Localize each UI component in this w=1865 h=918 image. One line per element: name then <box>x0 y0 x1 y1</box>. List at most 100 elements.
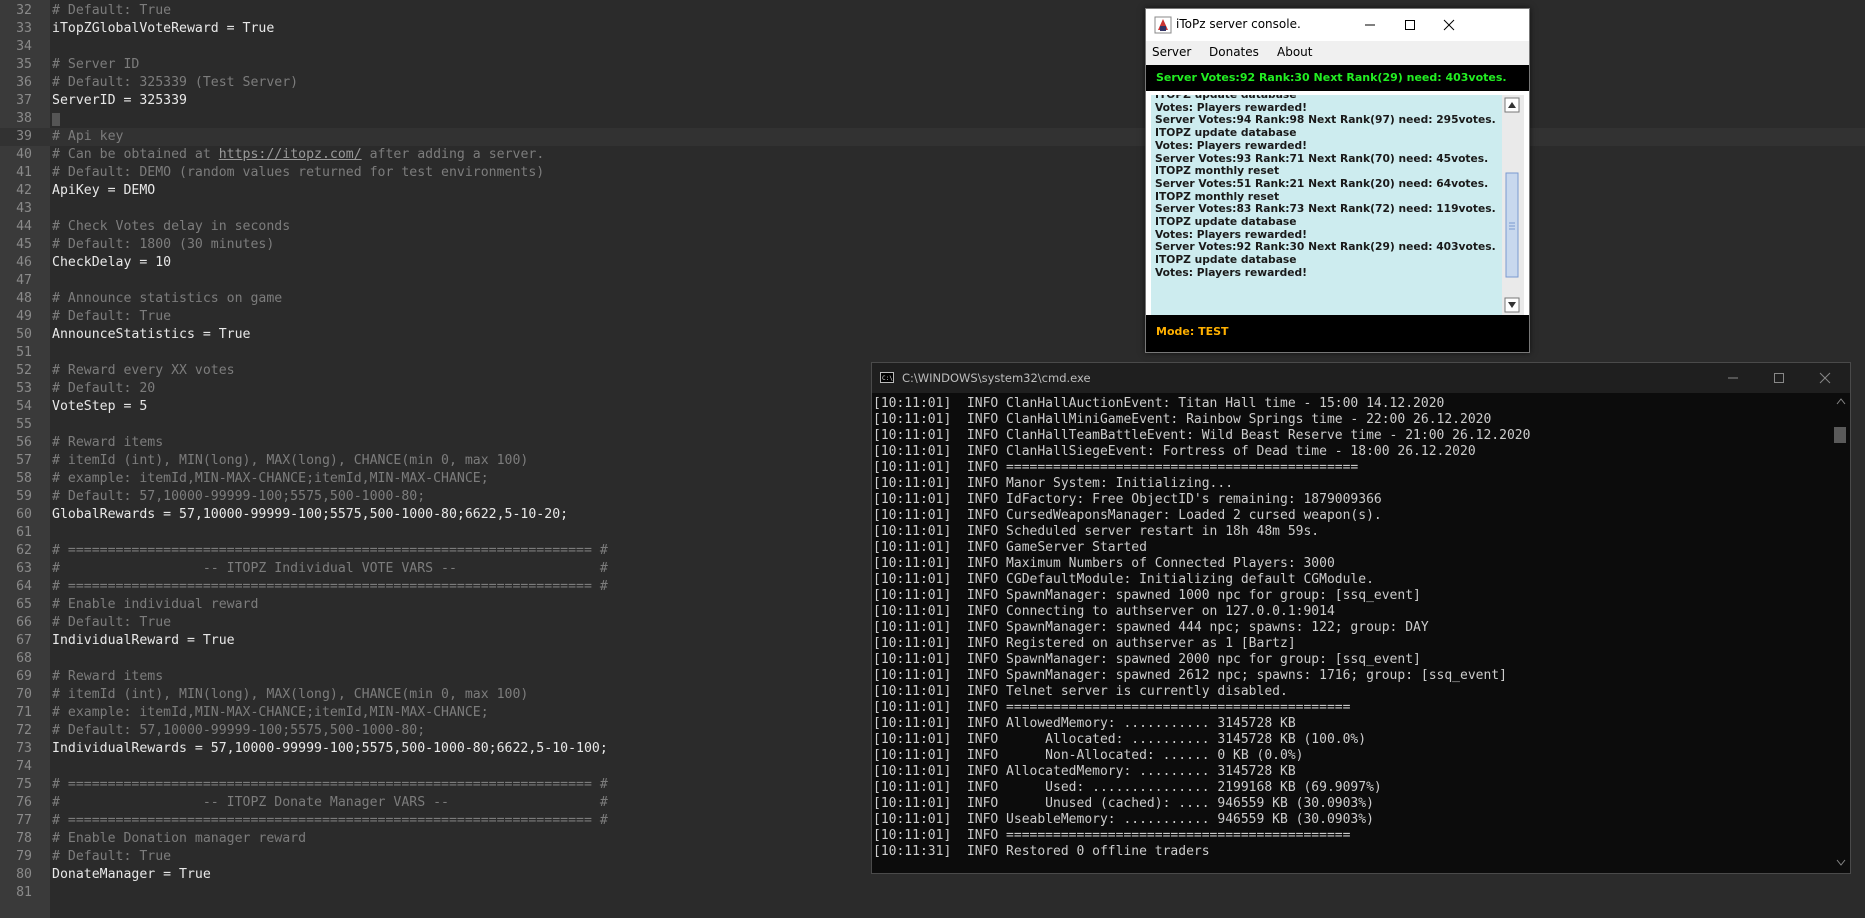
editor-line[interactable]: 49 # Default: True <box>0 308 1865 326</box>
log-line: Server Votes:94 Rank:98 Next Rank(97) ne… <box>1155 113 1496 127</box>
line-number: 33 <box>16 21 32 36</box>
line-number: 53 <box>16 381 32 396</box>
editor-line[interactable]: 35 # Server ID <box>0 56 1865 74</box>
line-number: 63 <box>16 561 32 576</box>
config-comment: # ======================================… <box>52 579 608 594</box>
cmd-maximize-button[interactable] <box>1756 363 1802 393</box>
itopz-console-window[interactable]: iToPz server console. Server Donates Abo… <box>1145 8 1530 353</box>
editor-line[interactable]: 44 # Check Votes delay in seconds <box>0 218 1865 236</box>
editor-line[interactable]: 50 AnnounceStatistics = True <box>0 326 1865 344</box>
config-comment: # -- ITOPZ Donate Manager VARS -- # <box>52 795 608 810</box>
config-setting: IndividualReward = True <box>52 633 235 648</box>
editor-line[interactable]: 40 # Can be obtained at https://itopz.com… <box>0 146 1865 164</box>
menu-server[interactable]: Server <box>1152 45 1191 59</box>
console-line: [10:11:01] INFO Registered on authserver… <box>873 636 1296 651</box>
scroll-up-arrow-icon <box>1836 398 1846 405</box>
editor-line[interactable]: 48 # Announce statistics on game <box>0 290 1865 308</box>
editor-line[interactable]: 37 ServerID = 325339 <box>0 92 1865 110</box>
line-number: 46 <box>16 255 32 270</box>
editor-line[interactable]: 32 # Default: True <box>0 2 1865 20</box>
maximize-icon <box>1405 20 1415 30</box>
itopz-menubar: Server Donates About <box>1146 41 1529 65</box>
line-number: 57 <box>16 453 32 468</box>
config-comment: # Announce statistics on game <box>52 291 283 306</box>
itopz-log-scrollbar[interactable] <box>1502 95 1524 315</box>
console-line: [10:11:01] INFO SpawnManager: spawned 26… <box>873 668 1507 683</box>
editor-line[interactable]: 42 ApiKey = DEMO <box>0 182 1865 200</box>
editor-line[interactable]: 38 <box>0 110 1865 128</box>
line-number: 68 <box>16 651 32 666</box>
config-comment: # Default: True <box>52 3 172 18</box>
line-number: 69 <box>16 669 32 684</box>
line-number: 44 <box>16 219 32 234</box>
scroll-thumb <box>1505 172 1519 278</box>
editor-line[interactable]: 43 <box>0 200 1865 218</box>
cmd-close-button[interactable] <box>1802 363 1848 393</box>
cmd-minimize-button[interactable] <box>1710 363 1756 393</box>
cmd-scrollbar-graphics <box>1834 398 1846 866</box>
log-line: Votes: Players rewarded! <box>1155 100 1307 114</box>
line-number: 61 <box>16 525 32 540</box>
console-line: [10:11:01] INFO SpawnManager: spawned 44… <box>873 620 1429 635</box>
menu-about[interactable]: About <box>1277 45 1312 59</box>
log-line: ITOPZ update database <box>1155 126 1297 140</box>
console-line: [10:11:01] INFO ========================… <box>873 700 1351 715</box>
line-number: 35 <box>16 57 32 72</box>
console-line: [10:11:01] INFO Connecting to authserver… <box>873 604 1335 619</box>
editor-line[interactable]: 41 # Default: DEMO (random values returne… <box>0 164 1865 182</box>
line-number: 64 <box>16 579 32 594</box>
line-number: 37 <box>16 93 32 108</box>
line-number: 62 <box>16 543 32 558</box>
config-comment: # Default: 1800 (30 minutes) <box>52 237 275 252</box>
line-number: 78 <box>16 831 32 846</box>
close-button[interactable] <box>1426 9 1472 41</box>
line-number: 73 <box>16 741 32 756</box>
config-setting: AnnounceStatistics = True <box>52 327 251 342</box>
maximize-icon <box>1774 373 1784 383</box>
console-line: [10:11:01] INFO Unused (cached): .... 94… <box>873 796 1374 811</box>
line-number: 55 <box>16 417 32 432</box>
editor-line[interactable]: 46 CheckDelay = 10 <box>0 254 1865 272</box>
editor-line[interactable]: 33 iTopZGlobalVoteReward = True <box>0 20 1865 38</box>
cmd-titlebar[interactable]: C:\ C:\WINDOWS\system32\cmd.exe <box>872 363 1850 393</box>
menu-donates[interactable]: Donates <box>1209 45 1259 59</box>
line-number: 41 <box>16 165 32 180</box>
line-number: 70 <box>16 687 32 702</box>
line-number: 67 <box>16 633 32 648</box>
console-line: [10:11:01] INFO ClanHallMiniGameEvent: R… <box>873 412 1492 427</box>
log-line: ITOPZ monthly reset <box>1155 164 1280 178</box>
itopz-link[interactable]: https://itopz.com/ <box>219 147 362 162</box>
editor-line[interactable]: 36 # Default: 325339 (Test Server) <box>0 74 1865 92</box>
config-setting: DonateManager = True <box>52 867 211 882</box>
line-number: 45 <box>16 237 32 252</box>
line-number: 80 <box>16 867 32 882</box>
console-line: [10:11:01] INFO ClanHallAuctionEvent: Ti… <box>873 396 1445 411</box>
config-setting: CheckDelay = 10 <box>52 255 172 270</box>
line-number: 42 <box>16 183 32 198</box>
cmd-window-title: C:\WINDOWS\system32\cmd.exe <box>902 371 1091 385</box>
cmd-scrollbar[interactable] <box>1832 393 1850 871</box>
editor-line[interactable]: 51 <box>0 344 1865 362</box>
editor-line[interactable]: 47 <box>0 272 1865 290</box>
itopz-titlebar[interactable]: iToPz server console. <box>1146 9 1529 41</box>
config-comment: # Default: True <box>52 849 172 864</box>
log-line: ITOPZ update database <box>1155 215 1297 228</box>
config-setting: ApiKey = DEMO <box>52 183 156 198</box>
svg-text:C:\: C:\ <box>882 375 893 382</box>
scroll-down-arrow-icon <box>1836 859 1846 866</box>
editor-line[interactable]: 39 # Api key <box>0 128 1865 146</box>
config-comment: # Can be obtained at https://itopz.com/ … <box>52 146 544 164</box>
log-line: ITOPZ update database <box>1155 253 1297 267</box>
config-comment: # Api key <box>52 129 124 144</box>
editor-line[interactable]: 45 # Default: 1800 (30 minutes) <box>0 236 1865 254</box>
cmd-window[interactable]: C:\ C:\WINDOWS\system32\cmd.exe [10:11:0… <box>871 362 1851 874</box>
close-icon <box>1443 19 1455 31</box>
cmd-console-output[interactable]: [10:11:01] INFO ClanHallAuctionEvent: Ti… <box>872 393 1832 871</box>
config-comment: # Default: DEMO (random values returned … <box>52 165 545 180</box>
itopz-log-area[interactable]: ITOPZ update database Votes: Players rewa… <box>1151 95 1502 315</box>
config-comment: # Default: 325339 (Test Server) <box>52 75 299 90</box>
editor-line[interactable]: 34 <box>0 38 1865 56</box>
config-comment: # itemId (int), MIN(long), MAX(long), CH… <box>52 453 529 468</box>
log-line: Server Votes:93 Rank:71 Next Rank(70) ne… <box>1155 151 1489 165</box>
editor-line[interactable]: 81 <box>0 884 1865 902</box>
